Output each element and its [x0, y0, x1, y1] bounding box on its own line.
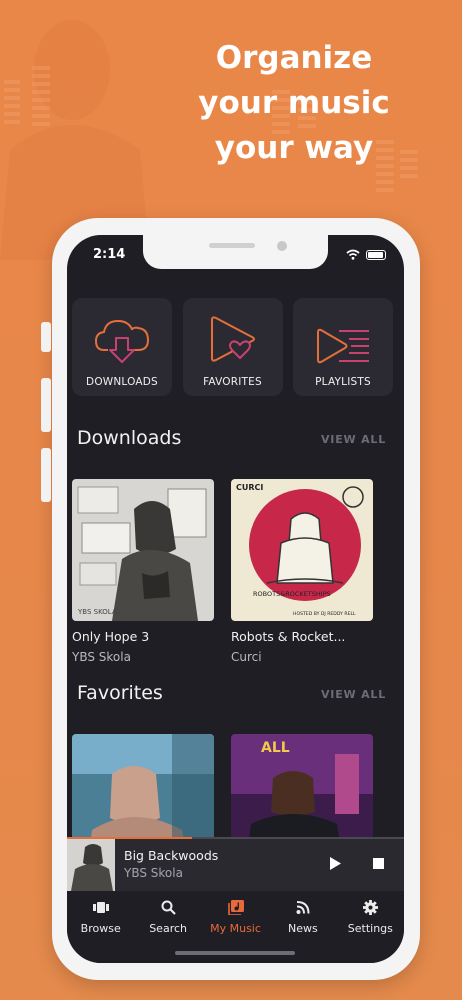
my-music-icon [227, 900, 244, 915]
downloads-section-title: Downloads [77, 427, 182, 449]
cover-subtitle-text: ROBOTS&ROCKETSHIPS [253, 590, 331, 598]
album-cover: CURCI ROBOTS&ROCKETSHIPS HOSTED BY DJ RE… [231, 479, 373, 621]
volume-up-button [41, 378, 51, 432]
tab-settings-label: Settings [347, 922, 393, 935]
tab-settings[interactable]: Settings [337, 891, 404, 963]
notch [143, 235, 328, 269]
battery-icon [366, 249, 386, 260]
headline-line-1: Organize [215, 40, 373, 76]
promo-headline: Organize your music your way [164, 36, 424, 171]
playlists-tile-label: PLAYLISTS [315, 376, 371, 388]
app-screen: 2:14 DOWNLOADS FAVORITES PLAYLISTS Downl… [67, 235, 404, 963]
album-card[interactable]: YBS SKOLA Only Hope 3 YBS Skola [72, 479, 214, 664]
playlists-tile[interactable]: PLAYLISTS [293, 298, 393, 396]
playback-progress-bar[interactable] [67, 837, 404, 839]
status-icons [346, 249, 386, 260]
play-icon[interactable] [329, 856, 342, 871]
now-playing-artist: YBS Skola [124, 866, 183, 880]
album-artist: YBS Skola [72, 650, 131, 664]
now-playing-artwork [67, 839, 115, 891]
tab-browse-label: Browse [80, 922, 121, 935]
downloads-tile-label: DOWNLOADS [86, 376, 158, 388]
play-list-icon [317, 328, 369, 364]
tab-my-music-label: My Music [210, 922, 261, 935]
front-camera [277, 241, 287, 251]
album-cover: YBS SKOLA [72, 479, 214, 621]
svg-text:ALL: ALL [261, 740, 290, 756]
headline-line-3: your way [214, 130, 374, 166]
favorites-section-title: Favorites [77, 682, 163, 704]
status-time: 2:14 [93, 247, 126, 262]
phone-frame: 2:14 DOWNLOADS FAVORITES PLAYLISTS Downl… [41, 218, 420, 980]
tab-browse[interactable]: Browse [67, 891, 134, 963]
cover-text: YBS SKOLA [77, 608, 117, 616]
headline-line-2: your music [198, 85, 390, 121]
album-artist: Curci [231, 650, 262, 664]
cover-artist-text: CURCI [236, 483, 263, 492]
favorites-tile[interactable]: FAVORITES [182, 298, 283, 396]
browse-icon [92, 902, 109, 913]
favorites-view-all-link[interactable]: VIEW ALL [321, 688, 386, 701]
now-playing-title: Big Backwoods [124, 848, 219, 863]
home-indicator [175, 951, 295, 955]
cover-footer-text: HOSTED BY DJ REDDY RELL [293, 611, 356, 617]
wifi-icon [346, 249, 360, 260]
mute-switch [41, 322, 51, 352]
play-heart-icon [210, 316, 255, 362]
album-title: Only Hope 3 [72, 629, 150, 644]
speaker [209, 243, 255, 248]
favorites-tile-label: FAVORITES [203, 376, 262, 388]
downloads-tile[interactable]: DOWNLOADS [72, 298, 172, 396]
volume-down-button [41, 448, 51, 502]
category-tiles: DOWNLOADS FAVORITES PLAYLISTS [72, 298, 393, 396]
stop-icon[interactable] [373, 858, 384, 869]
tab-news-label: News [288, 922, 318, 935]
downloads-view-all-link[interactable]: VIEW ALL [321, 433, 386, 446]
cloud-download-icon [94, 319, 150, 363]
album-card[interactable]: CURCI ROBOTS&ROCKETSHIPS HOSTED BY DJ RE… [231, 479, 373, 664]
search-icon [161, 900, 176, 915]
mini-player[interactable]: Big Backwoods YBS Skola [67, 837, 404, 891]
gear-icon [362, 900, 378, 915]
album-title: Robots & Rocket... [231, 629, 346, 644]
tab-search-label: Search [149, 922, 187, 935]
rss-icon [296, 901, 310, 914]
